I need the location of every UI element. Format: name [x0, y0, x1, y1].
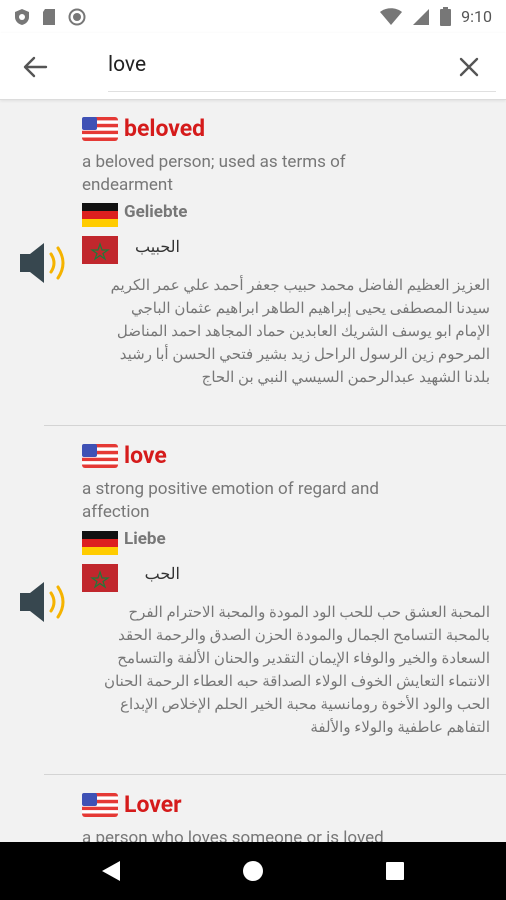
navigation-bar	[0, 842, 506, 900]
arabic-translation: الحب	[144, 564, 180, 583]
shield-icon	[15, 8, 29, 25]
arabic-translation: الحبيب	[134, 237, 180, 256]
result-entry-beloved: beloved a beloved person; used as terms …	[0, 100, 506, 426]
definition-text: a person who loves someone or is loved	[82, 828, 384, 842]
german-translation: Liebe	[124, 529, 166, 549]
definition-text: a beloved person; used as terms of endea…	[82, 152, 346, 195]
term-text: love	[124, 442, 167, 469]
morocco-flag-icon	[82, 564, 118, 592]
german-flag-icon	[82, 531, 118, 555]
term-text: Lover	[124, 791, 182, 818]
signal-icon	[413, 8, 430, 25]
sd-card-icon	[43, 8, 55, 25]
nav-home-icon[interactable]	[242, 860, 264, 882]
result-entry-love: love a strong positive emotion of regard…	[0, 426, 506, 774]
search-underline	[108, 91, 496, 92]
wifi-icon	[380, 7, 403, 25]
speaker-icon[interactable]	[18, 577, 74, 627]
us-flag-icon	[82, 117, 118, 141]
battery-icon	[440, 7, 452, 26]
term-text: beloved	[124, 115, 206, 142]
arrow-back-icon[interactable]	[20, 52, 50, 82]
close-icon[interactable]	[454, 52, 484, 82]
definition-text: a strong positive emotion of regard and …	[82, 479, 379, 522]
clock: 9:10	[461, 7, 492, 26]
results-list: beloved a beloved person; used as terms …	[0, 100, 506, 842]
search-bar: love	[0, 33, 506, 100]
status-bar: 9:10	[0, 0, 506, 33]
arabic-synonyms: المحبة العشق حب للحب الود المودة والمحبة…	[104, 603, 490, 736]
german-flag-icon	[82, 203, 118, 227]
us-flag-icon	[82, 444, 118, 468]
circle-icon	[68, 8, 86, 25]
morocco-flag-icon	[82, 236, 118, 264]
speaker-icon[interactable]	[18, 238, 74, 288]
arabic-synonyms: العزيز العظيم الفاضل محمد حبيب جعفر أحمد…	[110, 276, 490, 386]
nav-recent-apps-icon[interactable]	[386, 862, 404, 880]
result-entry-lover: Lover a person who loves someone or is l…	[0, 775, 506, 842]
us-flag-icon	[82, 793, 118, 817]
search-input[interactable]: love	[108, 53, 146, 77]
nav-back-icon[interactable]	[100, 859, 122, 883]
german-translation: Geliebte	[124, 202, 188, 222]
